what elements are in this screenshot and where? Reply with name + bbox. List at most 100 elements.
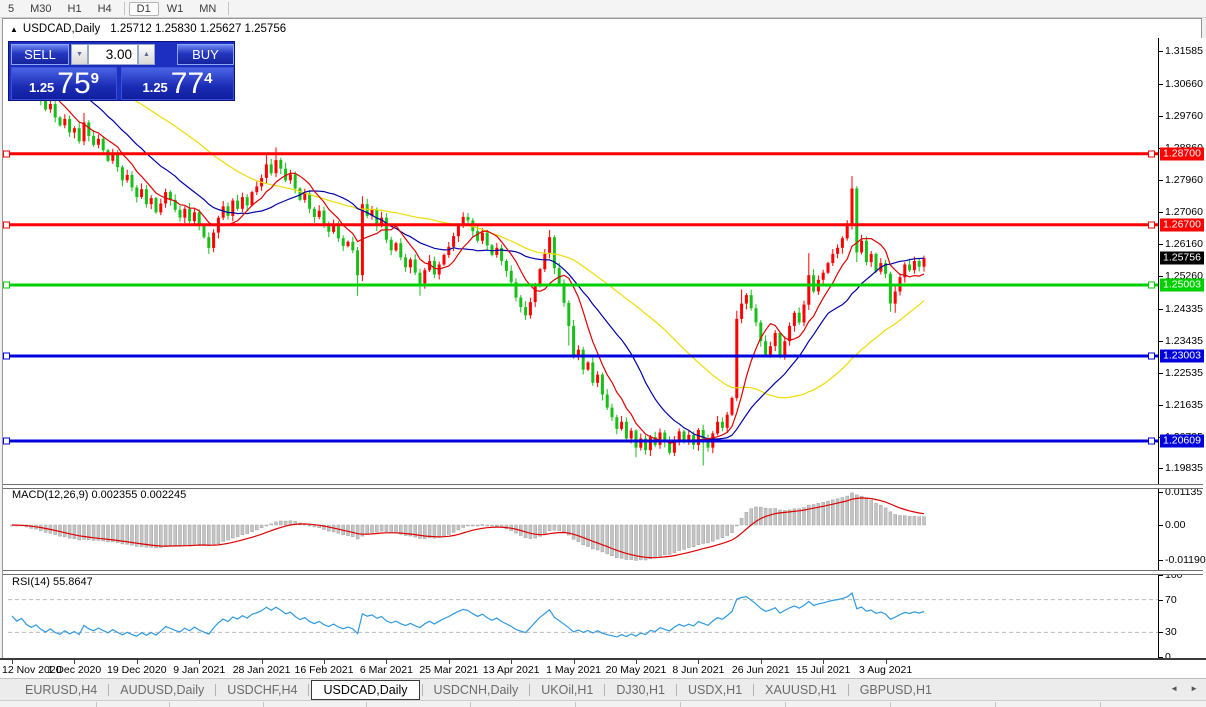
axis-tick-mark [1159, 308, 1163, 310]
date-label: 9 Jan 2021 [173, 664, 226, 676]
status-divider [890, 702, 891, 707]
line-handle[interactable] [1148, 352, 1155, 360]
ma-line-8 [11, 61, 925, 444]
timeframe-button-w1[interactable]: W1 [159, 2, 192, 16]
axis-tick-label: -0.01190 [1165, 553, 1206, 566]
level-price-badge: 1.26700 [1160, 218, 1204, 232]
status-divider [169, 702, 170, 707]
sell-button[interactable]: SELL [11, 44, 69, 65]
level-price-badge: 1.23003 [1160, 349, 1204, 363]
axis-tick-label: 1.26160 [1165, 237, 1203, 250]
axis-tick-label: 30 [1165, 626, 1177, 639]
price-axis[interactable]: 1.315851.306601.297601.288601.279601.270… [1158, 38, 1206, 663]
sell-price-sup: 9 [90, 70, 100, 87]
axis-tick-label: 1.27060 [1165, 205, 1203, 218]
rsi-chart [8, 591, 1158, 638]
line-handle[interactable] [3, 221, 10, 229]
line-handle[interactable] [3, 437, 10, 445]
buy-price-display[interactable]: 1.25 77 4 [121, 67, 234, 100]
chevron-up-icon: ▲ [143, 51, 150, 58]
axis-tick-mark [1159, 404, 1163, 406]
line-handle[interactable] [1148, 281, 1155, 289]
date-label: 15 Jul 2021 [796, 664, 851, 676]
tab-xauusd-h1[interactable]: XAUUSD,H1 [754, 681, 848, 699]
axis-tick-label: 70 [1165, 593, 1177, 606]
mt4-terminal: 5 M30 H1 H4 D1 W1 MN ▲ USDCAD,Daily 1.25712 1.… [0, 0, 1206, 707]
status-strip [0, 700, 1206, 707]
axis-tick-mark [1159, 372, 1163, 374]
tab-usdcnh-daily[interactable]: USDCNH,Daily [423, 681, 530, 699]
tab-ukoil-h1[interactable]: UKOil,H1 [530, 681, 604, 699]
axis-tick-label: 1.21635 [1165, 398, 1203, 411]
axis-tick-mark [1159, 468, 1163, 470]
tab-scroll-arrows: ◄ ► [1170, 684, 1198, 693]
tab-gbpusd-h1[interactable]: GBPUSD,H1 [849, 681, 943, 699]
pane-separator[interactable] [3, 484, 1203, 489]
pane-separator[interactable] [3, 570, 1203, 575]
status-divider [785, 702, 786, 707]
volume-decrease-button[interactable]: ▼ [71, 44, 88, 65]
date-label: 19 Dec 2020 [107, 664, 167, 676]
status-divider [1100, 702, 1101, 707]
toolbar-separator [123, 2, 125, 15]
collapse-triangle-icon[interactable]: ▲ [10, 25, 18, 34]
axis-tick-mark [1159, 575, 1163, 576]
timeframe-button-h1[interactable]: H1 [60, 2, 90, 16]
line-handle[interactable] [1148, 437, 1155, 445]
axis-tick-mark [1159, 51, 1163, 53]
date-axis[interactable]: 12 Nov 2020 1 Dec 2020 19 Dec 2020 9 Jan 20… [0, 658, 1206, 678]
line-handle[interactable] [1148, 221, 1155, 229]
timeframe-button-5[interactable]: 5 [0, 2, 22, 16]
axis-tick-label: 1.23435 [1165, 334, 1203, 347]
date-label: 1 May 2021 [546, 664, 602, 676]
axis-tick-mark [1159, 492, 1163, 493]
status-divider [995, 702, 996, 707]
axis-tick-label: 1.19835 [1165, 462, 1203, 475]
status-divider [96, 702, 97, 707]
chevron-down-icon: ▼ [76, 51, 83, 58]
tab-dj30-h1[interactable]: DJ30,H1 [605, 681, 676, 699]
axis-tick-mark [1159, 525, 1163, 526]
status-divider [263, 702, 264, 707]
axis-tick-label: 1.22535 [1165, 366, 1203, 379]
tab-eurusd-h4[interactable]: EURUSD,H4 [14, 681, 108, 699]
timeframe-button-d1[interactable]: D1 [128, 1, 159, 16]
scroll-right-icon[interactable]: ► [1190, 684, 1198, 693]
axis-tick-mark [1159, 84, 1163, 86]
axis-tick-mark [1159, 243, 1163, 245]
tab-usdx-h1[interactable]: USDX,H1 [677, 681, 753, 699]
status-divider [680, 702, 681, 707]
buy-button[interactable]: BUY [177, 44, 234, 65]
line-handle[interactable] [3, 150, 10, 158]
timeframe-button-mn[interactable]: MN [191, 2, 224, 16]
level-price-badge: 1.25003 [1160, 278, 1204, 292]
date-label: 25 Mar 2021 [419, 664, 479, 676]
volume-input[interactable]: 3.00 [88, 44, 138, 65]
buy-price-sup: 4 [204, 70, 213, 87]
volume-increase-button[interactable]: ▲ [138, 44, 155, 65]
tab-usdchf-h4[interactable]: USDCHF,H4 [216, 681, 308, 699]
candles [10, 49, 926, 466]
rsi-label: RSI(14) 55.8647 [12, 576, 93, 588]
level-price-badge: 1.20609 [1160, 434, 1204, 448]
axis-tick-mark [1159, 632, 1163, 634]
tab-audusd-daily[interactable]: AUDUSD,Daily [109, 681, 215, 699]
line-handle[interactable] [1148, 150, 1155, 158]
chart-tab-bar: EURUSD,H4 AUDUSD,Daily USDCHF,H4 USDCAD,Dai… [0, 678, 1206, 700]
axis-tick-label: 1.31585 [1165, 45, 1203, 58]
sell-price-small: 1.25 [28, 80, 55, 95]
timeframe-button-m30[interactable]: M30 [22, 2, 59, 16]
buy-price-big: 77 [170, 67, 205, 100]
sell-price-display[interactable]: 1.25 75 9 [11, 67, 117, 100]
toolbar-separator [228, 2, 230, 15]
date-label: 16 Feb 2021 [294, 664, 354, 676]
date-label: 13 Apr 2021 [482, 664, 540, 676]
timeframe-button-h4[interactable]: H4 [90, 2, 120, 16]
line-handle[interactable] [3, 352, 10, 360]
tab-usdcad-daily[interactable]: USDCAD,Daily [311, 679, 420, 700]
axis-tick-mark [1159, 275, 1163, 277]
line-handle[interactable] [3, 281, 10, 289]
axis-tick-mark [1159, 559, 1163, 561]
scroll-left-icon[interactable]: ◄ [1170, 684, 1178, 693]
axis-tick-label: 1.24335 [1165, 302, 1203, 315]
